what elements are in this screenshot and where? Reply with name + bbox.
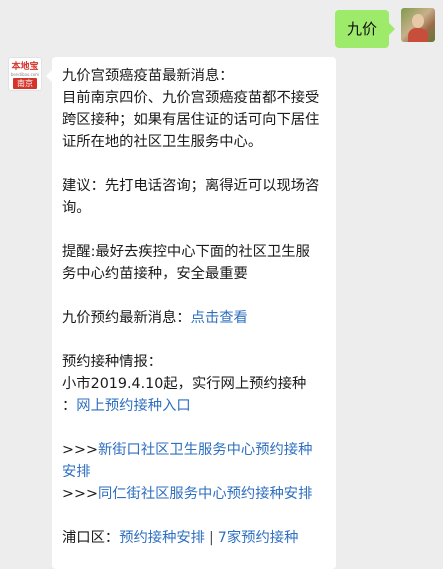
pukou-separator: | xyxy=(208,530,214,546)
booking-info: 预约接种情报： 小市2019.4.10起，实行网上预约接种 ：网上预约接种入口 xyxy=(62,351,324,417)
link-prefix: >>> xyxy=(62,486,98,502)
online-booking-link[interactable]: 网上预约接种入口 xyxy=(76,398,190,414)
center-link-item: >>>同仁街社区服务中心预约接种安排 xyxy=(62,483,324,505)
news-body: 目前南京四价、九价宫颈癌疫苗都不接受跨区接种；如果有居住证的话可向下居住证所在地… xyxy=(62,90,320,150)
pukou-label: 浦口区： xyxy=(62,530,120,546)
booking-info-line: 小市2019.4.10起，实行网上预约接种 xyxy=(62,376,307,392)
bot-avatar-city: 南京 xyxy=(13,78,37,89)
appointment-news-label: 九价预约最新消息： xyxy=(62,310,191,326)
booking-info-title: 预约接种情报： xyxy=(62,354,163,370)
news-title: 九价宫颈癌疫苗最新消息： xyxy=(62,68,234,84)
bot-avatar[interactable]: 本地宝 bendibao.com 南京 xyxy=(8,57,42,91)
link-prefix: >>> xyxy=(62,442,98,458)
pukou-seven-clinics-link[interactable]: 7家预约接种 xyxy=(218,530,299,546)
user-message-bubble[interactable]: 九价 xyxy=(334,10,396,48)
user-message-row: 九价 xyxy=(334,8,435,48)
bot-avatar-brand: 本地宝 xyxy=(11,62,39,72)
appointment-news-link[interactable]: 点击查看 xyxy=(191,310,248,326)
pukou-booking-link[interactable]: 预约接种安排 xyxy=(119,530,205,546)
xinjiekou-booking-link[interactable]: 新街口社区卫生服务中心预约接种安排 xyxy=(62,442,312,480)
reminder-text: 提醒:最好去疾控中心下面的社区卫生服务中心约苗接种，安全最重要 xyxy=(62,244,310,282)
center-links: >>>新街口社区卫生服务中心预约接种安排 >>>同仁街社区服务中心预约接种安排 xyxy=(62,439,324,505)
avatar-body xyxy=(408,28,428,42)
pukou-section: 浦口区：预约接种安排 | 7家预约接种 xyxy=(62,527,324,549)
center-link-item: >>>新街口社区卫生服务中心预约接种安排 xyxy=(62,439,324,483)
appointment-news: 九价预约最新消息：点击查看 xyxy=(62,307,324,329)
booking-info-colon: ： xyxy=(62,398,77,414)
user-avatar[interactable] xyxy=(401,8,435,42)
tongrenjie-booking-link[interactable]: 同仁街社区服务中心预约接种安排 xyxy=(98,486,312,502)
bot-avatar-domain: bendibao.com xyxy=(10,72,40,77)
news-section: 九价宫颈癌疫苗最新消息： 目前南京四价、九价宫颈癌疫苗都不接受跨区接种；如果有居… xyxy=(62,65,324,153)
advice-text: 建议：先打电话咨询；离得近可以现场咨询。 xyxy=(62,178,320,216)
bot-message-bubble: 九价宫颈癌疫苗最新消息： 目前南京四价、九价宫颈癌疫苗都不接受跨区接种；如果有居… xyxy=(46,57,336,569)
avatar-face xyxy=(412,14,424,28)
